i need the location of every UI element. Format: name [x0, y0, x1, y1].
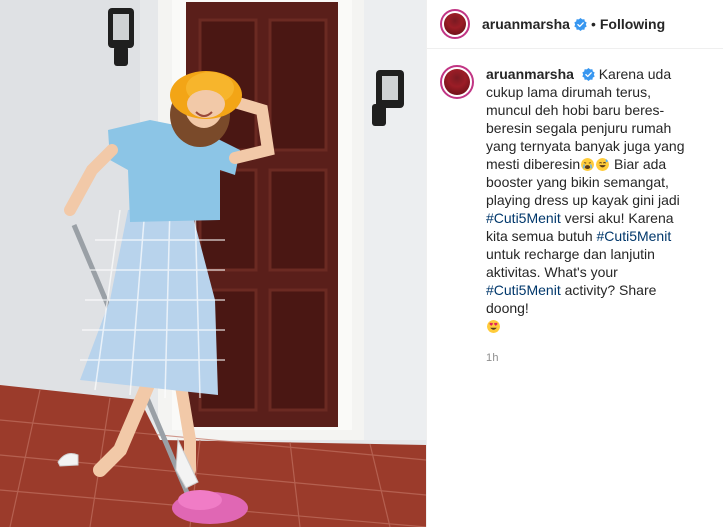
avatar-image: [444, 69, 470, 95]
post-header: aruanmarsha • Following: [427, 0, 723, 49]
avatar-image: [444, 13, 466, 35]
post-photo[interactable]: [0, 0, 426, 527]
verified-badge-icon: [574, 17, 587, 31]
caption-part-4: untuk recharge dan lanjutin aktivitas. W…: [486, 246, 655, 280]
author-avatar[interactable]: [440, 9, 470, 39]
hashtag-link[interactable]: #Cuti5Menit: [486, 282, 561, 298]
grin-sweat-emoji-icon: [596, 158, 610, 171]
instagram-post: aruanmarsha • Following aruanmarsha Kare…: [0, 0, 723, 527]
caption-username[interactable]: aruanmarsha: [486, 66, 574, 82]
author-username[interactable]: aruanmarsha: [482, 16, 570, 32]
separator-dot: •: [590, 16, 596, 32]
hashtag-link[interactable]: #Cuti5Menit: [486, 210, 561, 226]
weary-cry-emoji-icon: [581, 158, 595, 171]
verified-badge-icon: [582, 68, 595, 81]
hashtag-link[interactable]: #Cuti5Menit: [597, 228, 672, 244]
following-button[interactable]: Following: [600, 16, 665, 32]
caption-text: aruanmarsha Karena uda cukup lama diruma…: [486, 65, 696, 367]
caption-row: aruanmarsha Karena uda cukup lama diruma…: [427, 49, 723, 367]
post-side-panel: aruanmarsha • Following aruanmarsha Kare…: [426, 0, 723, 527]
post-timestamp[interactable]: 1h: [486, 349, 696, 367]
heart-eyes-emoji-icon: [487, 320, 500, 333]
caption-avatar[interactable]: [440, 65, 474, 99]
photo-scene: [0, 0, 426, 527]
